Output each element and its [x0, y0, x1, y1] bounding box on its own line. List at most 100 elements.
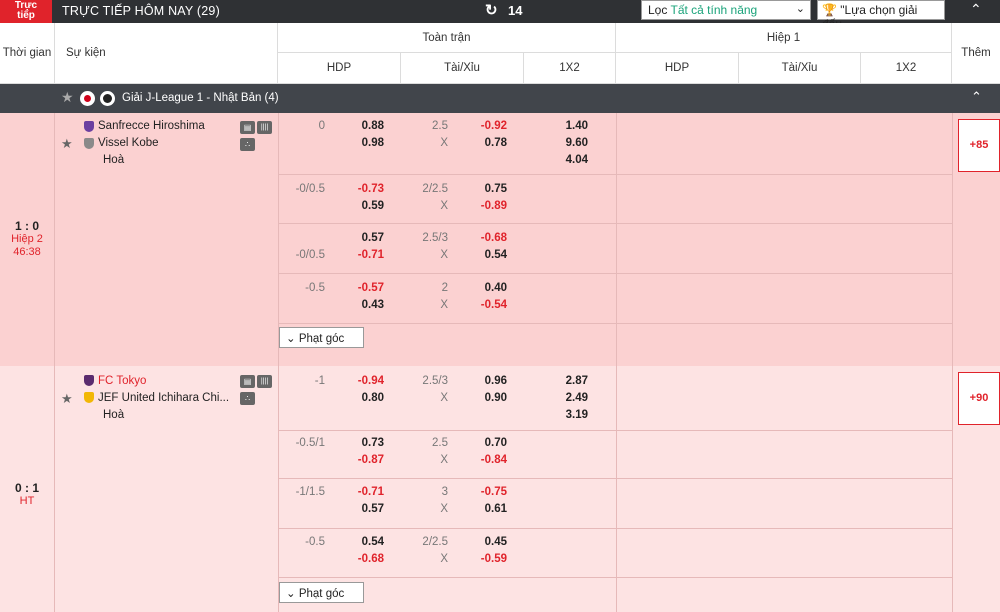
under-odds[interactable]: 0.61: [461, 503, 507, 515]
lineup-icon[interactable]: ∴: [240, 138, 255, 151]
odds-row: -0.5 -0.57 0.43 2 X 0.40 -0.54: [278, 274, 952, 324]
hdp-away-odds[interactable]: 0.57: [338, 503, 384, 515]
match-period: HT: [19, 495, 35, 507]
stats-icon[interactable]: ||||: [257, 121, 272, 134]
ou-x: X: [440, 249, 448, 261]
hdp-away-odds[interactable]: -0.71: [338, 249, 384, 261]
hdp-away-odds[interactable]: -0.87: [338, 454, 384, 466]
hdp-away-odds[interactable]: -0.68: [338, 553, 384, 565]
corner-toggle-button[interactable]: ⌄ Phạt góc: [279, 582, 364, 603]
hdp-home-odds[interactable]: -0.94: [338, 375, 384, 387]
away-team[interactable]: JEF United Ichihara Chi...: [98, 392, 229, 404]
stats-icon[interactable]: ||||: [257, 375, 272, 388]
under-odds[interactable]: 0.78: [461, 137, 507, 149]
filter-value: Tất cả tính năng: [670, 3, 758, 17]
hdp-home-odds[interactable]: 0.57: [338, 232, 384, 244]
header-hdp: HDP: [278, 53, 401, 84]
odds-row: 0 0.88 0.98 2.5 X -0.92 0.78 1.40 9.60 4…: [278, 113, 952, 175]
odds-draw[interactable]: 3.19: [542, 409, 588, 421]
under-odds[interactable]: 0.90: [461, 392, 507, 404]
ou-line: 2/2.5: [422, 183, 448, 195]
hdp-away-odds[interactable]: 0.80: [338, 392, 384, 404]
tv-icon[interactable]: ▤: [240, 375, 255, 388]
odds-home-win[interactable]: 1.40: [542, 120, 588, 132]
hdp-home-odds[interactable]: -0.71: [338, 486, 384, 498]
league-row[interactable]: ★ Giải J-League 1 - Nhật Bản (4) ⌃: [0, 84, 1000, 113]
ou-line: 2: [441, 282, 448, 294]
over-odds[interactable]: -0.75: [461, 486, 507, 498]
tv-icon[interactable]: ▤: [240, 121, 255, 134]
over-odds[interactable]: 0.40: [461, 282, 507, 294]
header-ou: Tài/Xỉu: [401, 53, 524, 84]
over-odds[interactable]: 0.75: [461, 183, 507, 195]
hdp-away-odds[interactable]: 0.98: [338, 137, 384, 149]
more-markets-button[interactable]: +90: [958, 372, 1000, 425]
trophy-icon: 🏆: [822, 3, 837, 17]
odds-away-win[interactable]: 9.60: [542, 137, 588, 149]
hdp-away-odds[interactable]: 0.59: [338, 200, 384, 212]
home-team[interactable]: Sanfrecce Hiroshima: [98, 120, 205, 132]
double-chevron-up-icon[interactable]: ⌃: [970, 1, 982, 18]
hdp-home-odds[interactable]: -0.73: [338, 183, 384, 195]
over-odds[interactable]: 0.70: [461, 437, 507, 449]
chevron-down-icon: ⌄: [286, 333, 296, 345]
hdp-home-odds[interactable]: -0.57: [338, 282, 384, 294]
odds-away-win[interactable]: 2.49: [542, 392, 588, 404]
over-odds[interactable]: 0.96: [461, 375, 507, 387]
hdp-home-odds[interactable]: 0.88: [338, 120, 384, 132]
hdp-home-odds[interactable]: 0.54: [338, 536, 384, 548]
home-team[interactable]: FC Tokyo: [98, 375, 146, 387]
under-odds[interactable]: -0.89: [461, 200, 507, 212]
event-cell: FC Tokyo ★ JEF United Ichihara Chi... Ho…: [55, 366, 278, 612]
ou-line: 3: [441, 486, 448, 498]
under-odds[interactable]: -0.54: [461, 299, 507, 311]
odds-home-win[interactable]: 2.87: [542, 375, 588, 387]
refresh-icon[interactable]: ↻: [485, 1, 498, 19]
hdp-line: -0.5/1: [295, 437, 325, 449]
star-icon[interactable]: ★: [61, 391, 73, 407]
corner-toggle-button[interactable]: ⌄ Phạt góc: [279, 327, 364, 348]
header-time: Thời gian: [0, 23, 55, 84]
score-cell: 1 : 0 Hiệp 2 46:38: [0, 219, 54, 259]
star-icon[interactable]: ★: [61, 136, 73, 152]
event-cell: Sanfrecce Hiroshima ★ Vissel Kobe Hoà ▤ …: [55, 113, 278, 366]
ou-line: 2.5: [432, 437, 448, 449]
header-event: Sự kiện: [55, 23, 278, 84]
odds-row: -0/0.5 -0.73 0.59 2/2.5 X 0.75 -0.89: [278, 175, 952, 224]
ou-x: X: [440, 392, 448, 404]
under-odds[interactable]: 0.54: [461, 249, 507, 261]
odds-row: -1/1.5 -0.71 0.57 3 X -0.75 0.61: [278, 479, 952, 529]
over-odds[interactable]: -0.92: [461, 120, 507, 132]
odds-draw[interactable]: 4.04: [542, 154, 588, 166]
chevron-up-icon[interactable]: ⌃: [971, 89, 982, 105]
refresh-count: 14: [508, 3, 523, 18]
ou-x: X: [440, 503, 448, 515]
odds-row: -1 -0.94 0.80 2.5/3 X 0.96 0.90 2.87 2.4…: [278, 366, 952, 431]
league-select-button[interactable]: 🏆 "Lựa chọn giải đấu: [817, 0, 945, 31]
under-odds[interactable]: -0.84: [461, 454, 507, 466]
score-cell: 0 : 1 HT: [0, 481, 54, 508]
lineup-icon[interactable]: ∴: [240, 392, 255, 405]
live-badge[interactable]: Trực tiếp: [0, 0, 52, 23]
match-score: 0 : 1: [14, 481, 39, 495]
star-icon[interactable]: ★: [61, 89, 74, 106]
header-h1-ou: Tài/Xỉu: [739, 53, 861, 84]
chevron-down-icon: ⌄: [286, 588, 296, 600]
ou-line: 2/2.5: [422, 536, 448, 548]
filter-dropdown[interactable]: Lọc Tất cả tính năng ⌄: [641, 0, 811, 20]
over-odds[interactable]: 0.45: [461, 536, 507, 548]
ou-x: X: [440, 137, 448, 149]
ou-line: 2.5/3: [422, 375, 448, 387]
hdp-home-odds[interactable]: 0.73: [338, 437, 384, 449]
draw-label: Hoà: [103, 154, 125, 166]
under-odds[interactable]: -0.59: [461, 553, 507, 565]
away-team[interactable]: Vissel Kobe: [98, 137, 159, 149]
filter-label: Lọc: [648, 3, 668, 17]
hdp-line: -0/0.5: [295, 183, 325, 195]
hdp-line: -0.5: [305, 282, 325, 294]
hdp-away-odds[interactable]: 0.43: [338, 299, 384, 311]
more-markets-button[interactable]: +85: [958, 119, 1000, 172]
corner-label: Phạt góc: [298, 333, 345, 345]
hdp-line: 0: [318, 120, 325, 132]
over-odds[interactable]: -0.68: [461, 232, 507, 244]
